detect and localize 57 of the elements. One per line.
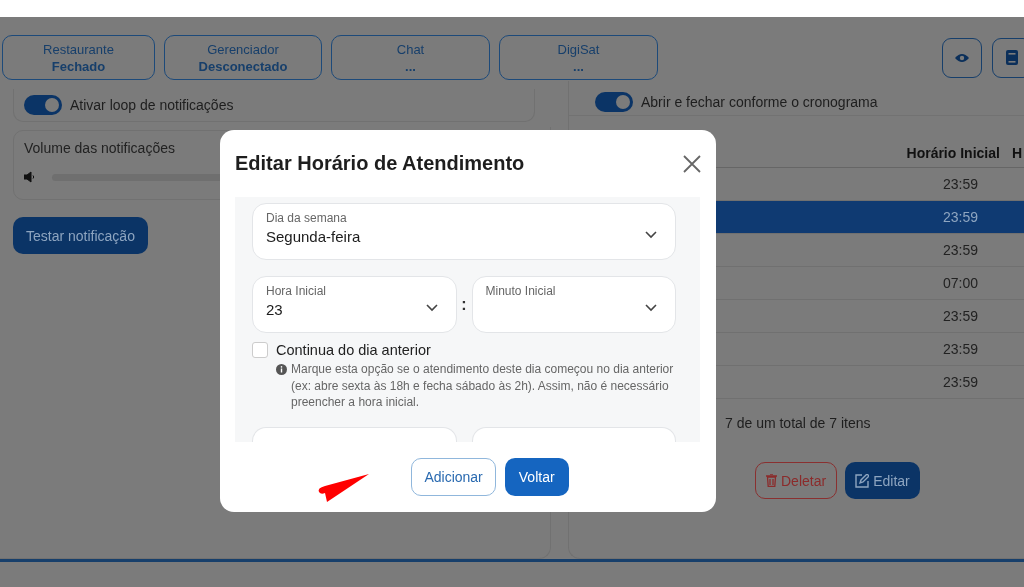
status-label: Gerenciador <box>207 41 279 57</box>
edit-icon <box>855 473 870 488</box>
table-cell: 23:59 <box>942 374 978 390</box>
field-value: 23 <box>266 301 284 318</box>
trash-icon <box>766 474 777 487</box>
speaker-icon <box>24 171 36 183</box>
status-value: ... <box>405 58 416 74</box>
toggle-switch[interactable] <box>595 92 633 112</box>
start-hour-select[interactable]: Hora Inicial 23 <box>252 276 457 333</box>
test-notification-button[interactable]: Testar notificação <box>13 217 148 254</box>
close-icon <box>683 154 701 173</box>
eye-icon <box>955 52 969 63</box>
table-cell: 23:59 <box>942 308 978 324</box>
column-header[interactable]: Horário Inicial <box>906 145 1000 161</box>
field-label: Dia da semana <box>266 211 348 225</box>
toggle-switch[interactable] <box>24 95 62 115</box>
info-icon <box>276 364 287 375</box>
volume-label: Volume das notificações <box>24 140 175 156</box>
start-minute-select[interactable]: Minuto Inicial <box>471 276 676 333</box>
field-label: Hora Inicial <box>266 284 327 298</box>
status-card[interactable]: Gerenciador Desconectado <box>164 35 322 80</box>
status-label: DigiSat <box>557 41 600 57</box>
toggle-label: Ativar loop de notificações <box>70 97 234 113</box>
dialog-title: Editar Horário de Atendimento <box>235 152 525 175</box>
status-card[interactable]: Restaurante Fechado <box>2 35 155 80</box>
delete-button[interactable]: Deletar <box>755 462 838 499</box>
close-button[interactable] <box>682 153 702 174</box>
chevron-down-icon <box>645 231 657 239</box>
status-label: Restaurante <box>43 41 114 57</box>
weekday-select[interactable]: Dia da semana Segunda-feira <box>252 203 676 260</box>
book-icon <box>1006 50 1018 65</box>
chevron-down-icon <box>425 304 438 312</box>
back-button[interactable]: Voltar <box>504 458 569 496</box>
add-button[interactable]: Adicionar <box>411 458 496 496</box>
table-cell: 07:00 <box>942 275 978 291</box>
table-cell: 23:59 <box>942 341 978 357</box>
view-button[interactable] <box>942 37 982 78</box>
table-cell: 23:59 <box>942 176 978 192</box>
edit-button[interactable]: Editar <box>845 462 920 499</box>
chevron-down-icon <box>645 304 657 312</box>
status-value: Desconectado <box>198 58 288 74</box>
table-cell: 23:59 <box>942 209 978 225</box>
table-cell: 23:59 <box>942 242 978 258</box>
checkbox[interactable] <box>252 342 268 358</box>
status-card[interactable]: DigiSat ... <box>499 35 658 80</box>
status-label: Chat <box>396 41 425 57</box>
field-label: Minuto Inicial <box>485 284 556 298</box>
toggle-label: Abrir e fechar conforme o cronograma <box>641 94 878 110</box>
status-value: ... <box>573 58 584 74</box>
time-separator: : <box>460 295 468 314</box>
pagination-text: 7 de um total de 7 itens <box>725 415 871 431</box>
status-card[interactable]: Chat ... <box>331 35 490 80</box>
book-button[interactable] <box>992 37 1024 78</box>
column-header[interactable]: H <box>1011 145 1022 161</box>
field-value: Segunda-feira <box>266 228 361 245</box>
status-value: Fechado <box>51 58 106 74</box>
checkbox-label: Continua do dia anterior <box>276 342 431 358</box>
